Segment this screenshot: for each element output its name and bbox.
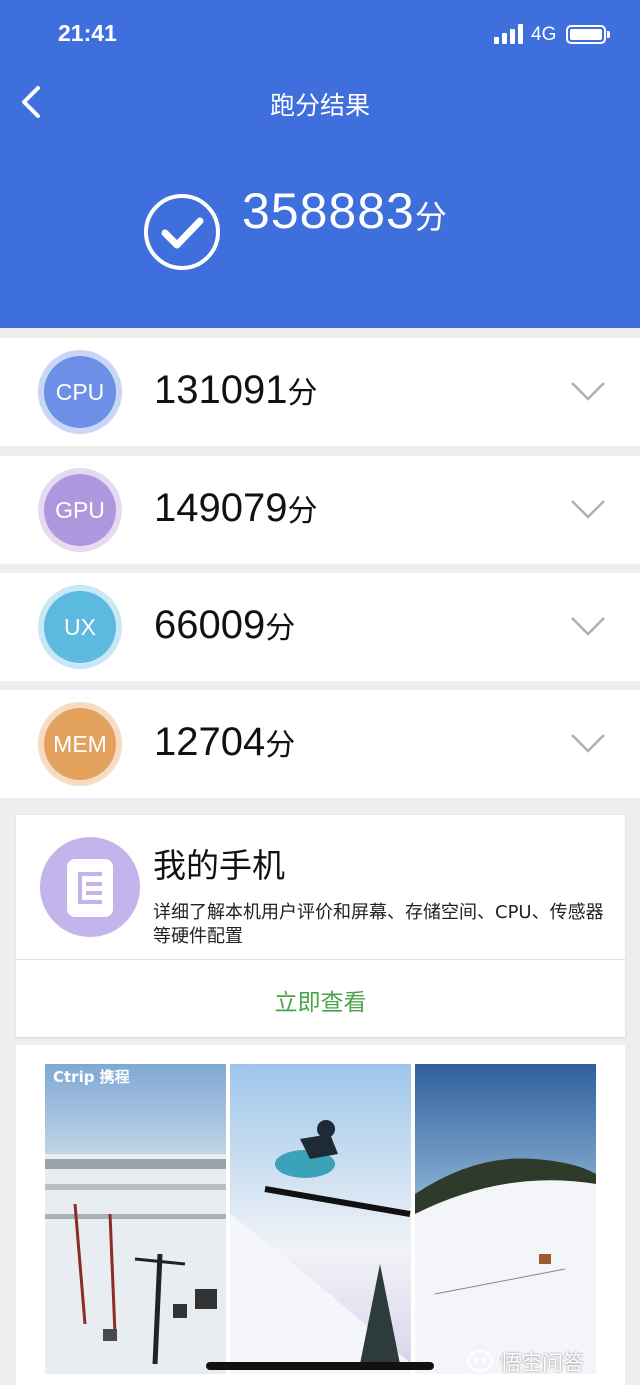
signal-icon [494,24,523,44]
gpu-badge: GPU [38,468,122,552]
chevron-down-icon[interactable] [570,498,606,520]
ad-photo-ski-resort[interactable]: Ctrip 携程 [45,1064,226,1374]
card-title: 我的手机 [153,846,285,885]
ad-photo-slope[interactable] [415,1064,596,1374]
cpu-badge: CPU [38,350,122,434]
ux-badge: UX [38,585,122,669]
chevron-down-icon[interactable] [570,732,606,754]
score-row-cpu[interactable]: CPU 131091分 [0,338,640,446]
document-icon [40,837,140,937]
battery-icon [566,25,606,44]
chevron-down-icon[interactable] [570,380,606,402]
mem-badge: MEM [38,702,122,786]
ctrip-logo: Ctrip 携程 [53,1068,130,1086]
card-divider [16,959,625,960]
score-row-ux[interactable]: UX 66009分 [0,573,640,681]
status-bar: 21:41 4G [0,0,640,64]
score-row-gpu[interactable]: GPU 149079分 [0,456,640,564]
ux-score: 66009分 [154,603,296,647]
score-row-mem[interactable]: MEM 12704分 [0,690,640,798]
wukong-logo-icon [467,1350,493,1372]
header: 21:41 4G 跑分结果 358883分 [0,0,640,328]
network-type: 4G [531,24,557,45]
my-phone-card[interactable]: 我的手机 详细了解本机用户评价和屏幕、存储空间、CPU、传感器等硬件配置 立即查… [16,815,625,1037]
watermark-text: 悟空问答 [500,1351,584,1375]
view-now-button[interactable]: 立即查看 [16,983,625,1017]
ad-photo-skier[interactable] [230,1064,411,1374]
total-score: 358883分 [242,183,448,239]
ad-banner[interactable]: Ctrip 携程 [16,1045,625,1385]
home-indicator[interactable] [206,1362,434,1370]
gpu-score: 149079分 [154,486,318,530]
mem-score: 12704分 [154,720,296,764]
page-title: 跑分结果 [269,91,370,120]
chevron-down-icon[interactable] [570,615,606,637]
cpu-score: 131091分 [154,368,318,412]
card-description: 详细了解本机用户评价和屏幕、存储空间、CPU、传感器等硬件配置 [153,902,604,947]
check-circle-icon [144,194,220,270]
battery-tip [607,31,610,38]
status-time: 21:41 [58,20,117,46]
